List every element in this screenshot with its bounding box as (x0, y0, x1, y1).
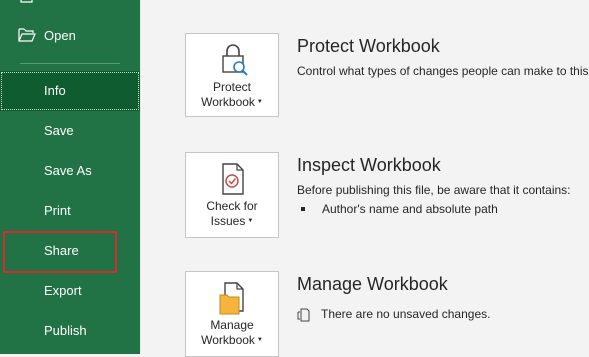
button-label-line2: Workbook (201, 95, 255, 109)
protect-workbook-button[interactable]: Protect Workbook ▼ (185, 33, 279, 117)
sidebar-item-print[interactable]: Print (0, 191, 140, 231)
button-label-line1: Check for (206, 199, 258, 213)
list-item: Author's name and absolute path (301, 202, 498, 216)
sidebar-item-save-as[interactable]: Save As (0, 151, 140, 191)
sidebar-item-label: Info (44, 83, 66, 98)
section-description: Before publishing this file, be aware th… (297, 183, 571, 197)
lock-icon (222, 44, 248, 76)
sidebar-item-share[interactable]: Share (3, 231, 117, 273)
sidebar-item-label: Export (44, 283, 82, 298)
sidebar-item-open[interactable]: Open (0, 20, 140, 52)
button-label-line1: Protect (212, 80, 251, 94)
section-title: Manage Workbook (297, 274, 448, 294)
sidebar-item-publish[interactable]: Publish (0, 311, 140, 351)
unsaved-changes-status: There are no unsaved changes. (297, 307, 490, 322)
sidebar-item-label: Save As (44, 163, 92, 178)
card-label: Check for Issues ▼ (186, 199, 278, 229)
document-icon (297, 308, 310, 322)
card-label: Protect Workbook ▼ (186, 80, 278, 110)
sidebar-item-label: Print (44, 203, 71, 218)
status-text: There are no unsaved changes. (321, 307, 491, 321)
button-label-line1: Manage (210, 318, 254, 332)
list-item-text: Author's name and absolute path (322, 202, 498, 216)
sidebar-item-label: Open (44, 28, 76, 43)
sidebar-item-label: Share (44, 243, 79, 258)
bullet-icon (301, 206, 305, 211)
chevron-down-icon: ▼ (256, 337, 263, 344)
manage-workbook-button[interactable]: Manage Workbook ▼ (185, 271, 279, 357)
sidebar-item-label: Publish (44, 323, 87, 338)
button-label-line2: Issues (210, 214, 246, 228)
sidebar-border (140, 0, 141, 354)
section-description: Control what types of changes people can… (297, 64, 589, 78)
manage-workbook-icon (219, 282, 244, 315)
section-title: Protect Workbook (297, 36, 440, 56)
sidebar-item-info[interactable]: Info (0, 71, 140, 111)
check-for-issues-button[interactable]: Check for Issues ▼ (185, 152, 279, 238)
inspect-document-icon (222, 163, 244, 195)
sidebar-item-label: Save (44, 123, 74, 138)
folder-open-icon (18, 28, 36, 42)
sidebar-divider (20, 63, 120, 64)
chevron-down-icon: ▼ (247, 218, 254, 225)
backstage-sidebar: Open Info Save Save As Print Share Expor… (0, 0, 140, 354)
button-label-line2: Workbook (201, 333, 255, 347)
section-title: Inspect Workbook (297, 155, 441, 175)
card-label: Manage Workbook ▼ (186, 318, 278, 348)
new-document-icon (20, 0, 33, 3)
sidebar-item-export[interactable]: Export (0, 271, 140, 311)
sidebar-item-save[interactable]: Save (0, 111, 140, 151)
chevron-down-icon: ▼ (256, 99, 263, 106)
